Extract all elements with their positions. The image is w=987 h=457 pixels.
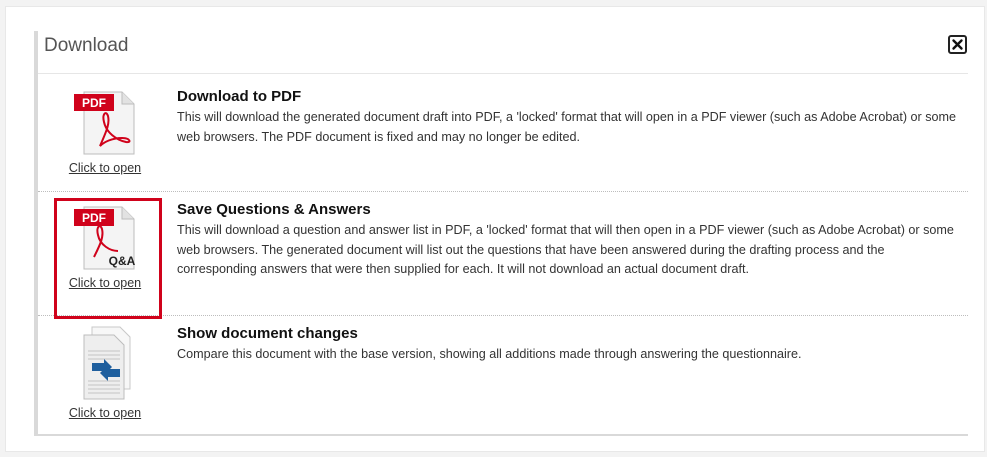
document-changes-thumb[interactable]: Click to open [62, 325, 148, 420]
option-title: Save Questions & Answers [177, 201, 371, 218]
pdf-badge: PDF [82, 211, 106, 225]
option-title: Download to PDF [177, 88, 302, 105]
option-text: Download to PDF This will download the g… [177, 88, 957, 147]
qa-badge: Q&A [109, 254, 136, 268]
open-qa-link[interactable]: Click to open [62, 276, 148, 290]
download-option-qa: PDF Q&A Click to open Save Questions & A… [38, 193, 968, 319]
option-description: This will download a question and answer… [177, 223, 954, 276]
option-title: Show document changes [177, 325, 358, 342]
download-qa-thumb[interactable]: PDF Q&A Click to open [62, 201, 148, 290]
open-changes-link[interactable]: Click to open [62, 406, 148, 420]
option-description: This will download the generated documen… [177, 110, 957, 144]
option-description: Compare this document with the base vers… [177, 347, 802, 361]
download-dialog: Download PDF Click to open Download to P… [5, 6, 985, 452]
document-compare-icon [83, 326, 131, 400]
download-pdf-thumb[interactable]: PDF Click to open [62, 86, 148, 175]
pdf-qa-document-icon: PDF Q&A [74, 206, 136, 270]
open-pdf-link[interactable]: Click to open [62, 161, 148, 175]
pdf-badge: PDF [82, 96, 106, 110]
option-text: Show document changes Compare this docum… [177, 325, 957, 365]
close-button[interactable] [948, 35, 967, 54]
option-text: Save Questions & Answers This will downl… [177, 201, 957, 280]
close-x-icon [952, 39, 963, 50]
dialog-title: Download [44, 35, 129, 56]
download-option-pdf: PDF Click to open Download to PDF This w… [38, 74, 968, 192]
pdf-document-icon: PDF [74, 91, 135, 155]
option-document-changes: Click to open Show document changes Comp… [38, 317, 968, 434]
download-panel: Download PDF Click to open Download to P… [34, 31, 968, 436]
